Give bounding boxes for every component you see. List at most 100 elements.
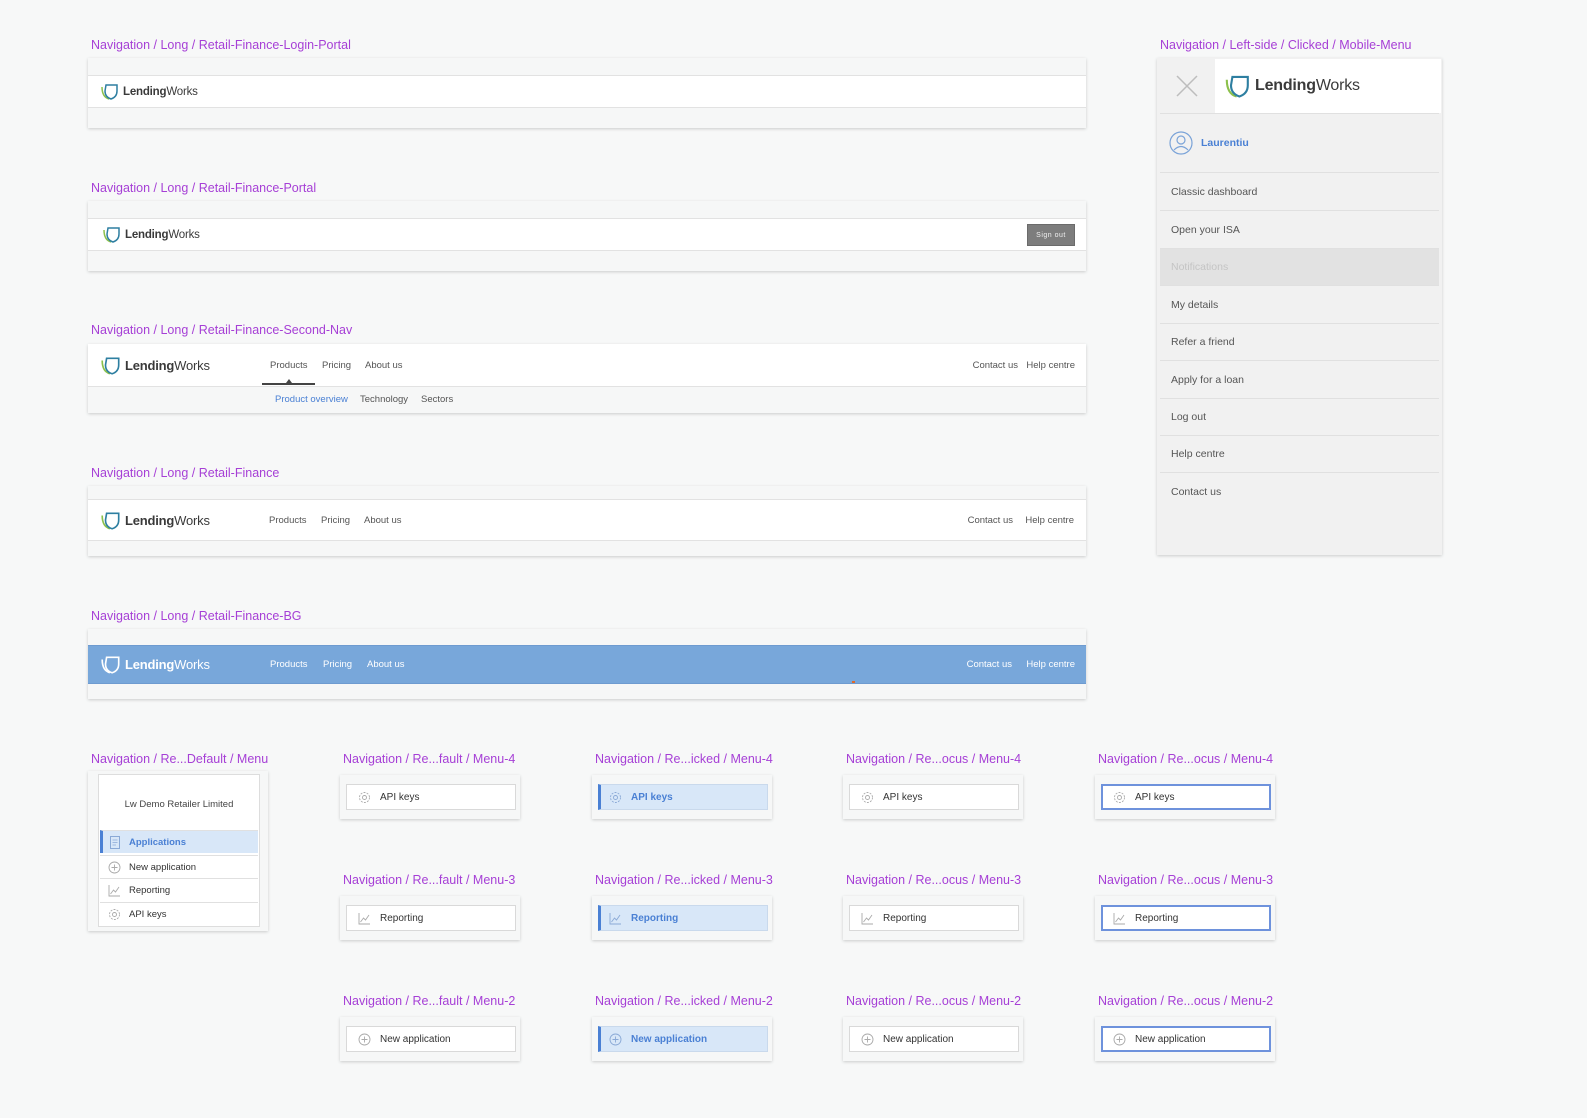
- nav-pricing[interactable]: Pricing: [321, 515, 350, 526]
- mobile-menu-item-help-centre[interactable]: Help centre: [1160, 436, 1439, 473]
- active-underline: [262, 383, 315, 385]
- component-label: Navigation / Re...Default / Menu: [91, 752, 269, 766]
- chart-icon: [357, 911, 371, 925]
- component-label: Navigation / Re...ocus / Menu-4: [846, 752, 1022, 766]
- new-application-button[interactable]: New application: [346, 1026, 516, 1052]
- subnav-sectors[interactable]: Sectors: [421, 394, 453, 405]
- component-label: Navigation / Re...icked / Menu-3: [595, 873, 773, 887]
- reporting-button[interactable]: Reporting: [598, 905, 768, 931]
- active-caret: [286, 379, 292, 383]
- second-nav: LendingWorks Products Pricing About us C…: [88, 344, 1086, 413]
- nav-pricing[interactable]: Pricing: [323, 659, 352, 670]
- menu-item-applications[interactable]: Applications: [100, 830, 258, 853]
- menu-item-new-application[interactable]: New application: [100, 855, 258, 878]
- gear-icon: [860, 790, 874, 804]
- api-keys-button[interactable]: API keys: [346, 784, 516, 810]
- nav-products[interactable]: Products: [270, 360, 308, 371]
- subnav-technology[interactable]: Technology: [360, 394, 408, 405]
- component-label: Navigation / Re...icked / Menu-4: [595, 752, 773, 766]
- component-label: Navigation / Long / Retail-Finance-BG: [91, 609, 302, 623]
- api-keys-button[interactable]: API keys: [598, 784, 768, 810]
- nav-pricing[interactable]: Pricing: [322, 360, 351, 371]
- new-application-button[interactable]: New application: [598, 1026, 768, 1052]
- lending-works-logo[interactable]: LendingWorks: [100, 511, 210, 530]
- menu4-focus-a: API keys: [843, 775, 1023, 819]
- shield-logo-icon: [101, 84, 118, 100]
- button-label: API keys: [883, 791, 923, 803]
- login-portal-nav: LendingWorks: [88, 58, 1086, 128]
- close-icon[interactable]: [1174, 73, 1200, 99]
- mobile-menu-item-classic-dashboard[interactable]: Classic dashboard: [1160, 174, 1439, 211]
- mobile-menu-item-open-isa[interactable]: Open your ISA: [1160, 212, 1439, 249]
- menu-item-label: Applications: [129, 836, 187, 848]
- button-label: API keys: [380, 791, 420, 803]
- mobile-menu-item-apply-loan[interactable]: Apply for a loan: [1160, 362, 1439, 399]
- reporting-button[interactable]: Reporting: [849, 905, 1019, 931]
- logo-light-text: Works: [174, 357, 210, 373]
- menu-item-api-keys[interactable]: API keys: [100, 902, 258, 925]
- lending-works-logo[interactable]: LendingWorks: [1224, 74, 1360, 98]
- api-keys-button[interactable]: API keys: [1101, 784, 1271, 810]
- logo-light-text: Works: [174, 512, 210, 528]
- menu4-default: API keys: [340, 775, 520, 819]
- nav-contact[interactable]: Contact us: [967, 659, 1012, 670]
- nav-products[interactable]: Products: [270, 659, 308, 670]
- nav-about[interactable]: About us: [364, 515, 402, 526]
- subnav-overview[interactable]: Product overview: [275, 394, 348, 405]
- retail-finance-bg-nav: LendingWorks Products Pricing About us C…: [88, 629, 1086, 699]
- mobile-user-row[interactable]: Laurentiu: [1160, 114, 1439, 173]
- lending-works-logo[interactable]: LendingWorks: [100, 83, 198, 100]
- nav-contact[interactable]: Contact us: [968, 515, 1013, 526]
- nav-products[interactable]: Products: [269, 515, 307, 526]
- plus-circle-icon: [608, 1032, 622, 1046]
- button-label: New application: [883, 1033, 954, 1045]
- lending-works-logo[interactable]: LendingWorks: [100, 655, 210, 674]
- menu-item-reporting[interactable]: Reporting: [100, 878, 258, 901]
- new-application-button[interactable]: New application: [849, 1026, 1019, 1052]
- mobile-menu-item-refer-friend[interactable]: Refer a friend: [1160, 324, 1439, 361]
- button-label: New application: [380, 1033, 451, 1045]
- logo-bold-text: Lending: [123, 85, 167, 98]
- gear-icon: [357, 790, 371, 804]
- logo-bold-text: Lending: [125, 657, 175, 672]
- plus-circle-icon: [357, 1032, 371, 1046]
- lending-works-logo[interactable]: LendingWorks: [100, 356, 210, 375]
- component-label: Navigation / Long / Retail-Finance-Porta…: [91, 181, 317, 195]
- menu-item-label: Reporting: [129, 884, 171, 896]
- nav-about[interactable]: About us: [367, 659, 405, 670]
- menu3-clicked: Reporting: [592, 896, 772, 940]
- mobile-menu-item-my-details[interactable]: My details: [1160, 287, 1439, 324]
- shield-logo-icon: [103, 227, 120, 243]
- component-label: Navigation / Re...ocus / Menu-3: [1098, 873, 1274, 887]
- component-label: Navigation / Re...fault / Menu-4: [343, 752, 516, 766]
- logo-light-text: Works: [166, 85, 198, 98]
- nav-contact[interactable]: Contact us: [973, 360, 1018, 371]
- button-label: New application: [631, 1033, 708, 1045]
- menu2-focus-b: New application: [1095, 1017, 1275, 1061]
- menu2-clicked: New application: [592, 1017, 772, 1061]
- nav-help[interactable]: Help centre: [1025, 515, 1074, 526]
- reporting-button[interactable]: Reporting: [346, 905, 516, 931]
- nav-help[interactable]: Help centre: [1026, 360, 1075, 371]
- portal-nav: LendingWorks Sign out: [88, 201, 1086, 271]
- logo-bold-text: Lending: [1255, 77, 1316, 94]
- gear-icon: [108, 908, 121, 921]
- nav-about[interactable]: About us: [365, 360, 403, 371]
- mobile-menu-item-contact[interactable]: Contact us: [1160, 473, 1439, 510]
- sign-out-button[interactable]: Sign out: [1027, 224, 1075, 246]
- mobile-menu-item-notifications[interactable]: Notifications: [1160, 249, 1439, 286]
- component-label: Navigation / Left-side / Clicked / Mobil…: [1160, 38, 1412, 52]
- nav-help[interactable]: Help centre: [1026, 659, 1075, 670]
- reporting-button[interactable]: Reporting: [1101, 905, 1271, 931]
- logo-bold-text: Lending: [125, 512, 175, 528]
- new-application-button[interactable]: New application: [1101, 1026, 1271, 1052]
- api-keys-button[interactable]: API keys: [849, 784, 1019, 810]
- document-icon: [108, 835, 121, 849]
- shield-logo-icon: [101, 656, 120, 674]
- mobile-menu: LendingWorks Laurentiu Classic dashboard…: [1157, 58, 1442, 555]
- logo-light-text: Works: [1315, 77, 1360, 94]
- mobile-menu-item-log-out[interactable]: Log out: [1160, 399, 1439, 436]
- component-label: Navigation / Long / Retail-Finance: [91, 466, 280, 480]
- lending-works-logo[interactable]: LendingWorks: [102, 226, 200, 243]
- logo-bold-text: Lending: [125, 357, 175, 373]
